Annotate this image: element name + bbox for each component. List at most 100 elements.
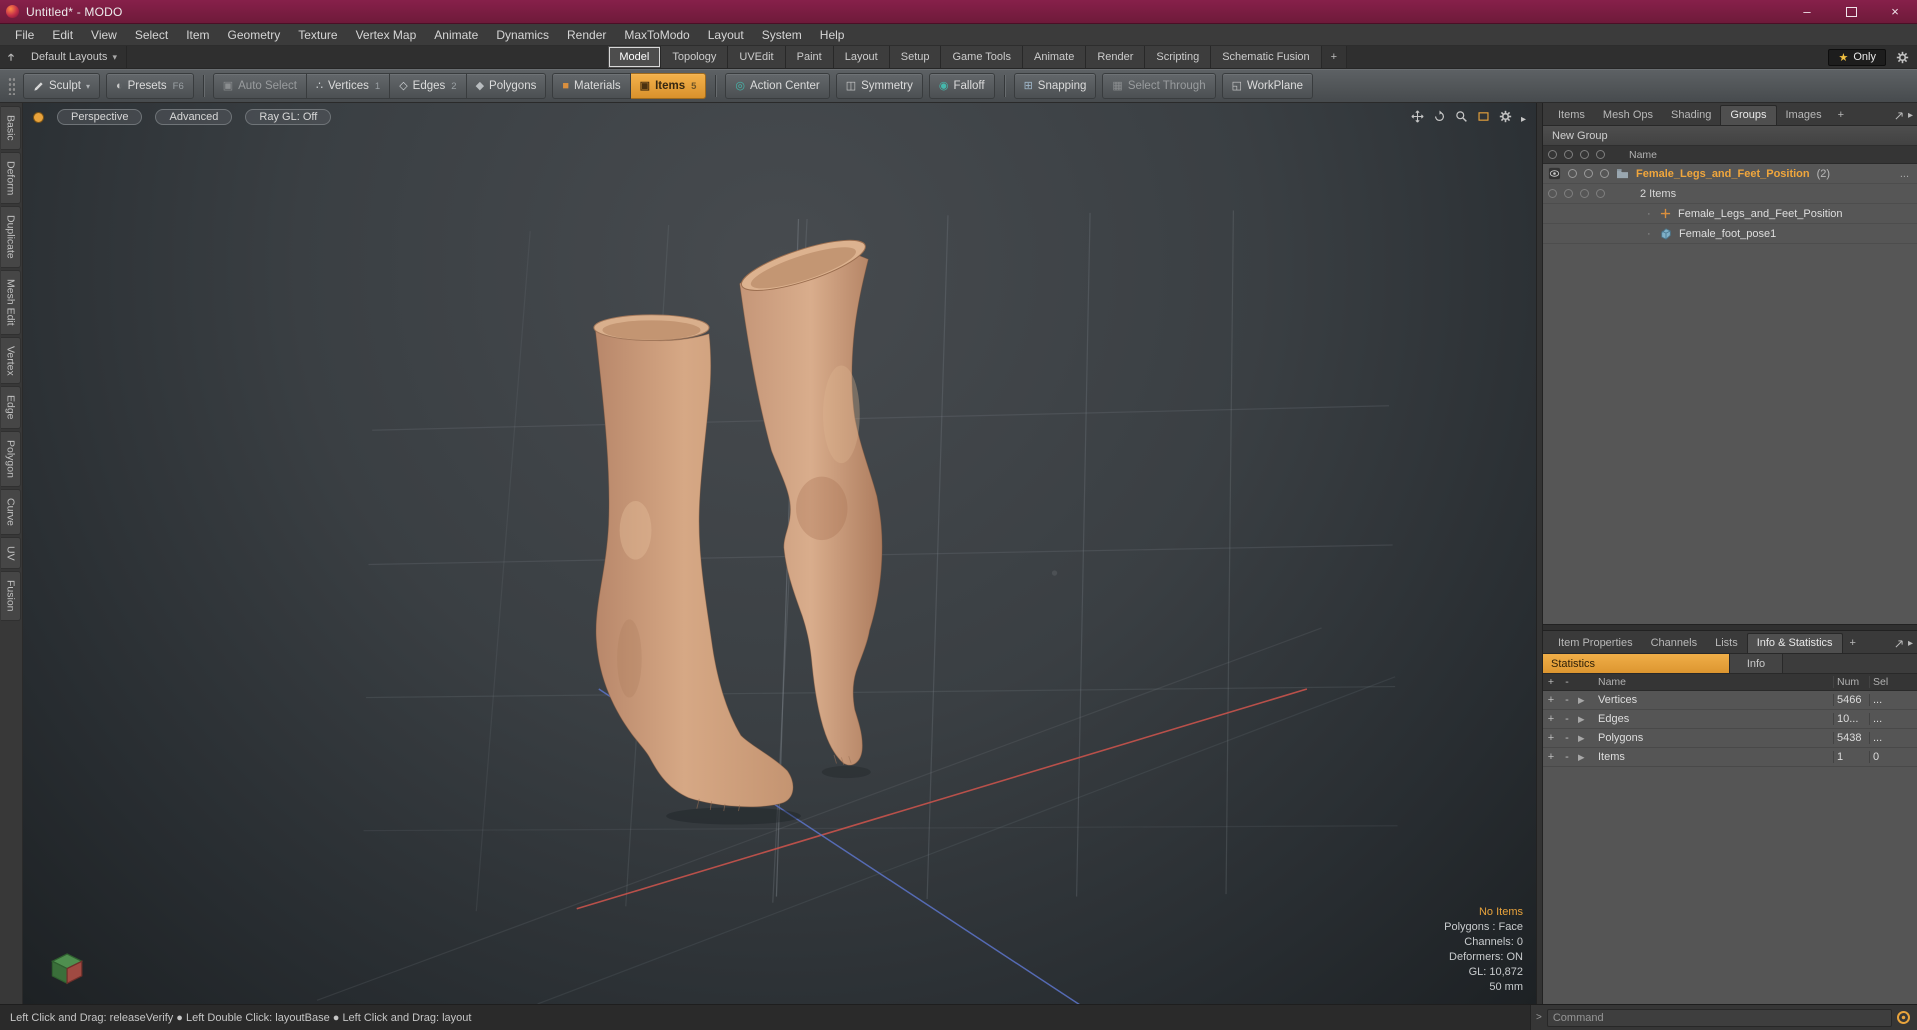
expander-icon[interactable]: ▶	[1575, 695, 1598, 706]
collapse-button[interactable]: -	[1559, 694, 1575, 706]
tab-setup[interactable]: Setup	[889, 46, 942, 68]
only-button[interactable]: ★ Only	[1828, 48, 1886, 66]
polygons-mode-button[interactable]: ◆ Polygons	[466, 73, 547, 99]
collapse-button[interactable]: -	[1559, 751, 1575, 763]
toggle-icon[interactable]	[1596, 189, 1605, 198]
expander-icon[interactable]: ▶	[1575, 752, 1598, 763]
materials-mode-button[interactable]: ■ Materials	[552, 73, 631, 99]
collapse-all-button[interactable]: -	[1559, 676, 1575, 688]
tab-schematic-fusion[interactable]: Schematic Fusion	[1211, 46, 1322, 68]
projection-selector[interactable]: Perspective	[57, 109, 143, 125]
menu-render[interactable]: Render	[558, 24, 615, 45]
collapse-button[interactable]: -	[1559, 713, 1575, 725]
expander-icon[interactable]: ▶	[1575, 714, 1598, 725]
stats-row-vertices[interactable]: + - ▶ Vertices 5466 ...	[1543, 691, 1917, 710]
tab-layout[interactable]: Layout	[833, 46, 890, 68]
command-input[interactable]	[1546, 1008, 1892, 1027]
menu-help[interactable]: Help	[811, 24, 854, 45]
tab-lists[interactable]: Lists	[1706, 634, 1747, 653]
layout-home-button[interactable]	[0, 46, 22, 68]
panel-options-caret-icon[interactable]: ▸	[1908, 638, 1917, 653]
expand-all-button[interactable]: +	[1543, 676, 1559, 688]
tab-items-list[interactable]: Items	[1549, 106, 1594, 125]
shading-selector[interactable]: Advanced	[155, 109, 233, 125]
menu-maxtomodo[interactable]: MaxToModo	[615, 24, 698, 45]
tab-game-tools[interactable]: Game Tools	[941, 46, 1023, 68]
group-toggles-row[interactable]: 2 Items	[1543, 184, 1917, 204]
sidebar-tab-basic[interactable]: Basic	[1, 106, 21, 150]
new-group-button[interactable]: New Group	[1543, 126, 1917, 146]
tab-render[interactable]: Render	[1086, 46, 1146, 68]
toggle-icon[interactable]	[1580, 189, 1589, 198]
viewport-collapse-icon[interactable]: ▸	[1521, 114, 1526, 125]
sidebar-tab-curve[interactable]: Curve	[1, 488, 21, 535]
maximize-button[interactable]	[1829, 0, 1873, 23]
viewport-3d[interactable]: Perspective Advanced Ray GL: Off ▸ No It…	[23, 103, 1536, 1004]
tab-model[interactable]: Model	[608, 46, 662, 68]
items-mode-button[interactable]: ▣ Items 5	[630, 73, 707, 99]
expand-button[interactable]: +	[1543, 694, 1559, 706]
symmetry-button[interactable]: ◫ Symmetry	[835, 73, 923, 99]
auto-select-button[interactable]: ▣ Auto Select	[212, 73, 307, 99]
minimize-button[interactable]: –	[1785, 0, 1829, 23]
vertices-mode-button[interactable]: ∴ Vertices 1	[306, 73, 391, 99]
tab-channels[interactable]: Channels	[1642, 634, 1706, 653]
tab-groups[interactable]: Groups	[1720, 105, 1777, 125]
toggle-icon[interactable]	[1548, 189, 1557, 198]
menu-layout[interactable]: Layout	[699, 24, 753, 45]
stats-row-items[interactable]: + - ▶ Items 1 0	[1543, 748, 1917, 767]
tab-info-statistics[interactable]: Info & Statistics	[1746, 633, 1843, 653]
tab-add-panel[interactable]: +	[1831, 106, 1851, 125]
orbit-rotate-icon[interactable]	[1433, 110, 1446, 128]
sculpt-button[interactable]: Sculpt ▾	[23, 73, 100, 99]
select-through-button[interactable]: ▦ Select Through	[1102, 73, 1216, 99]
menu-view[interactable]: View	[82, 24, 126, 45]
subtab-info[interactable]: Info	[1730, 654, 1783, 673]
menu-texture[interactable]: Texture	[289, 24, 346, 45]
workplane-button[interactable]: ◱ WorkPlane	[1221, 73, 1314, 99]
tab-images[interactable]: Images	[1777, 106, 1831, 125]
raygl-selector[interactable]: Ray GL: Off	[245, 109, 332, 125]
stats-row-edges[interactable]: + - ▶ Edges 10... ...	[1543, 710, 1917, 729]
snapping-button[interactable]: ⊞ Snapping	[1013, 73, 1097, 99]
tab-animate[interactable]: Animate	[1022, 46, 1087, 68]
command-history-icon[interactable]	[1897, 1011, 1910, 1024]
action-center-button[interactable]: ◎ Action Center	[725, 73, 830, 99]
horizontal-splitter[interactable]	[1543, 624, 1917, 631]
menu-select[interactable]: Select	[126, 24, 177, 45]
tab-uvedit[interactable]: UVEdit	[728, 46, 786, 68]
eye-icon[interactable]	[1548, 167, 1561, 180]
sidebar-tab-vertex[interactable]: Vertex	[1, 336, 21, 385]
toggle-icon[interactable]	[1564, 189, 1573, 198]
layout-switcher[interactable]: Default Layouts ▾	[22, 46, 127, 68]
close-button[interactable]: ×	[1873, 0, 1917, 23]
menu-item[interactable]: Item	[177, 24, 218, 45]
menu-geometry[interactable]: Geometry	[219, 24, 290, 45]
menu-dynamics[interactable]: Dynamics	[487, 24, 558, 45]
tab-topology[interactable]: Topology	[661, 46, 729, 68]
sidebar-tab-mesh-edit[interactable]: Mesh Edit	[1, 269, 21, 335]
presets-button[interactable]: ◐ Presets F6	[105, 73, 194, 99]
tree-item-foot-pose[interactable]: · Female_foot_pose1	[1543, 224, 1917, 244]
tree-item-position[interactable]: · Female_Legs_and_Feet_Position	[1543, 204, 1917, 224]
toolbar-grip[interactable]	[8, 77, 15, 95]
menu-animate[interactable]: Animate	[425, 24, 487, 45]
popout-icon[interactable]	[1894, 639, 1908, 653]
collapse-button[interactable]: -	[1559, 732, 1575, 744]
maximize-viewport-icon[interactable]	[1477, 110, 1490, 128]
lock-toggle-icon[interactable]	[1584, 169, 1593, 178]
sidebar-tab-uv[interactable]: UV	[1, 536, 21, 570]
sidebar-tab-duplicate[interactable]: Duplicate	[1, 206, 21, 268]
expand-button[interactable]: +	[1543, 713, 1559, 725]
tab-scripting[interactable]: Scripting	[1145, 46, 1212, 68]
panel-options-caret-icon[interactable]: ▸	[1908, 110, 1917, 125]
tab-shading[interactable]: Shading	[1662, 106, 1720, 125]
pan-icon[interactable]	[1411, 110, 1424, 128]
menu-edit[interactable]: Edit	[43, 24, 82, 45]
sidebar-tab-edge[interactable]: Edge	[1, 386, 21, 429]
viewport-menu-thumb[interactable]	[33, 111, 44, 123]
stats-row-polygons[interactable]: + - ▶ Polygons 5438 ...	[1543, 729, 1917, 748]
menu-file[interactable]: File	[6, 24, 43, 45]
edges-mode-button[interactable]: ◇ Edges 2	[390, 73, 467, 99]
tab-add-layout[interactable]: +	[1321, 46, 1348, 68]
